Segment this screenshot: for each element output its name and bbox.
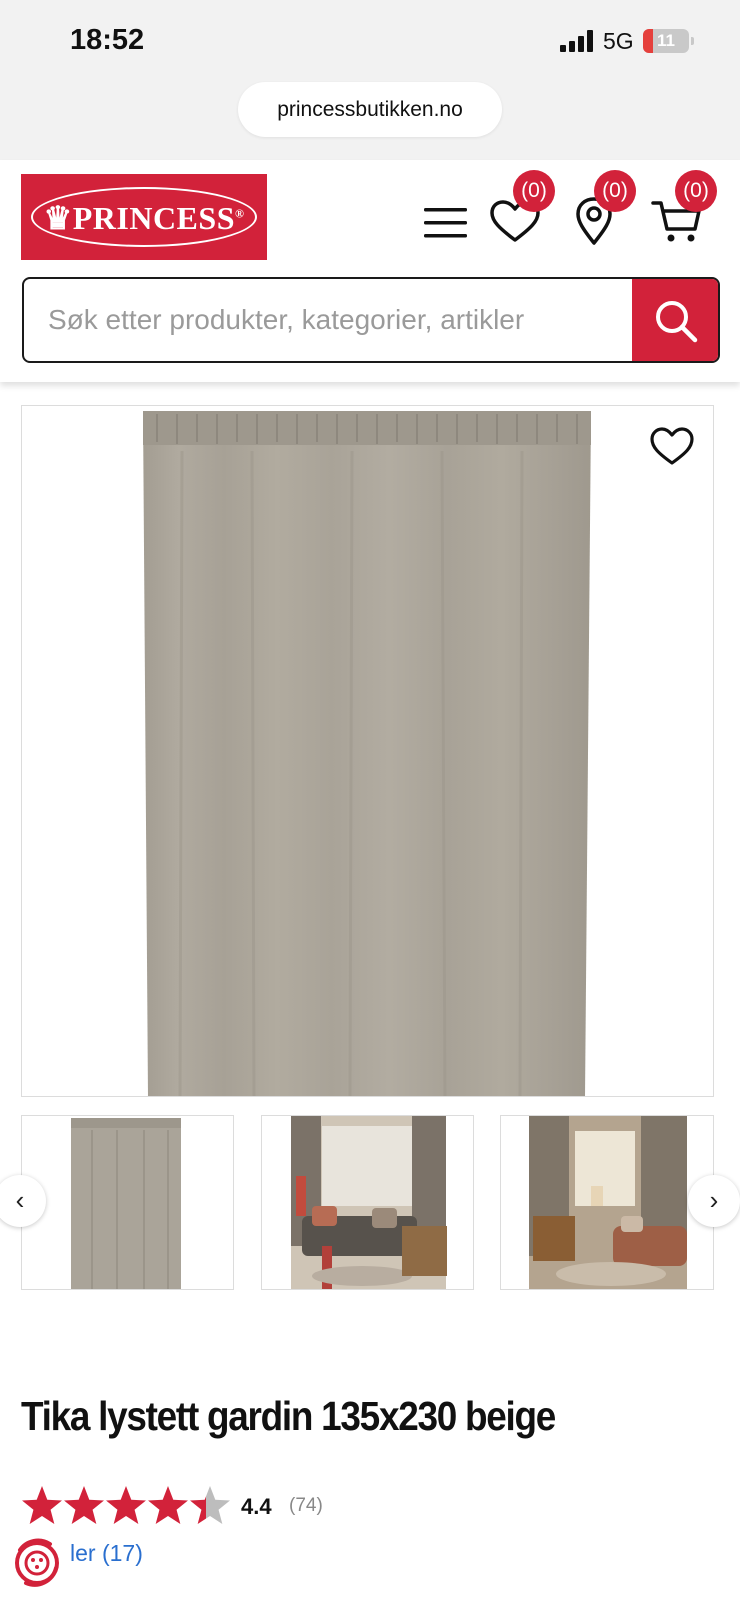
- status-bar: 18:52 5G 11: [0, 0, 740, 80]
- thumbnail-3[interactable]: [500, 1115, 714, 1290]
- search-bar: [22, 277, 720, 363]
- thumbnail-room-image: [529, 1116, 687, 1289]
- search-input[interactable]: [24, 279, 636, 361]
- logo-text: ♛PRINCESS®: [21, 199, 267, 237]
- rating-value: 4.4: [241, 1494, 272, 1519]
- logo-wordmark: PRINCESS: [72, 200, 235, 236]
- rating-star-4: [148, 1486, 188, 1524]
- product-main-image[interactable]: [21, 405, 714, 1097]
- rating-stars: [22, 1486, 230, 1524]
- rating-star-3: [106, 1486, 146, 1524]
- status-time: 18:52: [70, 24, 145, 56]
- product-title: Tika lystett gardin 135x230 beige: [21, 1393, 556, 1439]
- rating-star-5: [190, 1486, 230, 1524]
- rating-star-1: [22, 1486, 62, 1524]
- menu-button[interactable]: [415, 193, 475, 253]
- thumbnail-2[interactable]: [261, 1115, 474, 1290]
- site-header: ♛PRINCESS® (0) (0) (0): [0, 160, 740, 382]
- registered-mark: ®: [234, 206, 245, 221]
- thumbnail-1[interactable]: [21, 1115, 234, 1290]
- network-type: 5G: [603, 28, 634, 54]
- stores-count-badge: (0): [594, 170, 636, 212]
- cart-count-badge: (0): [675, 170, 717, 212]
- url-bar[interactable]: princessbutikken.no: [238, 82, 502, 137]
- battery-tip: [691, 37, 694, 45]
- search-button[interactable]: [632, 279, 718, 361]
- thumbnail-curtain-image: [71, 1118, 181, 1289]
- browser-address-area: princessbutikken.no: [0, 80, 740, 160]
- battery-level: 11: [657, 31, 675, 50]
- curtain-image: [143, 411, 591, 1096]
- princess-logo[interactable]: ♛PRINCESS®: [21, 174, 267, 260]
- search-icon: [656, 301, 698, 343]
- chat-widget-icon[interactable]: [12, 1538, 62, 1588]
- heart-icon: [650, 427, 694, 465]
- rating-star-2: [64, 1486, 104, 1524]
- add-to-favorites-button[interactable]: [648, 422, 696, 470]
- crown-icon: ♛: [43, 200, 73, 236]
- gallery-next-button[interactable]: ›: [688, 1175, 740, 1227]
- review-count[interactable]: (74): [289, 1495, 323, 1517]
- thumbnail-livingroom-image: [291, 1116, 447, 1289]
- menu-icon: [424, 208, 467, 238]
- signal-icon: [560, 30, 596, 52]
- questions-link[interactable]: ler (17): [70, 1540, 143, 1567]
- favorites-count-badge: (0): [513, 170, 555, 212]
- battery-icon: 11: [643, 29, 689, 53]
